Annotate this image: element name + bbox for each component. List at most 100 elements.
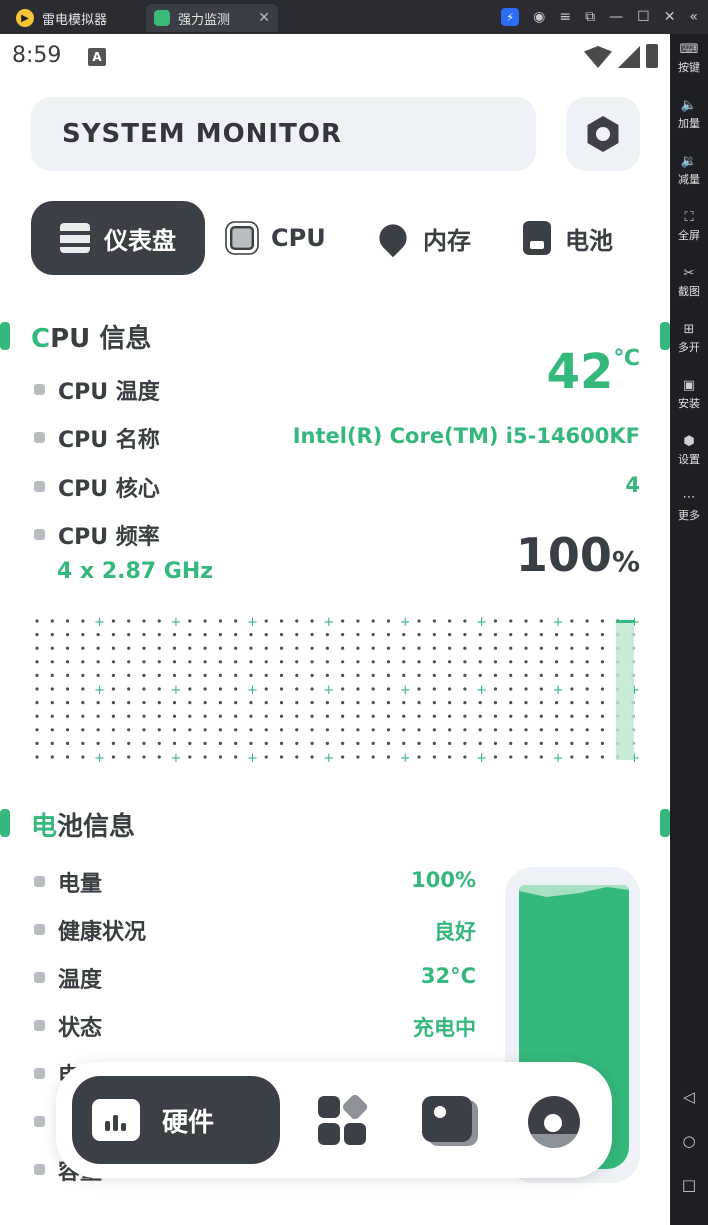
svg-text:+: +: [476, 616, 487, 630]
sidebar-volume-up[interactable]: 🔈 加量: [670, 98, 708, 131]
page-title: SYSTEM MONITOR: [62, 119, 342, 149]
svg-text:+: +: [323, 616, 334, 630]
list-item: 电量 100%: [34, 866, 476, 897]
row-label: CPU 温度: [58, 380, 160, 405]
sidebar-volume-down[interactable]: 🔉 减量: [670, 154, 708, 187]
bullet: [34, 481, 45, 492]
close-window-icon[interactable]: ✕: [664, 9, 676, 25]
svg-text:+: +: [553, 683, 564, 698]
svg-text:+: +: [400, 751, 411, 762]
emulator-window: ▶ 雷电模拟器 强力监测 ✕ ⚡ ◉ ≡ ⧉ — ☐ ✕ « ⌨ 按键 🔈 加量 🔉…: [0, 0, 708, 1225]
section-marker-right: [660, 322, 670, 350]
status-icons: [584, 44, 658, 68]
bullet: [34, 1164, 45, 1175]
nav-speed-icon[interactable]: [528, 1096, 580, 1148]
title-accent: C: [31, 324, 51, 354]
bullet: [34, 1068, 45, 1079]
sidebar-fullscreen[interactable]: ⛶ 全屏: [670, 210, 708, 243]
nav-hardware[interactable]: 硬件: [72, 1076, 280, 1164]
restore-icon[interactable]: ⧉: [585, 9, 595, 25]
memory-icon: [373, 218, 413, 258]
svg-text:+: +: [171, 751, 182, 762]
sidebar-more[interactable]: ⋯ 更多: [670, 490, 708, 523]
account-icon[interactable]: ◉: [533, 9, 545, 25]
svg-text:+: +: [476, 683, 487, 698]
list-item: 状态 充电中: [34, 1010, 476, 1041]
nav-memory-icon[interactable]: [422, 1096, 472, 1146]
recents-icon[interactable]: □: [670, 1176, 708, 1194]
svg-text:+: +: [323, 683, 334, 698]
list-item: CPU 核心 4: [34, 471, 640, 502]
row-label: CPU 名称: [58, 428, 160, 453]
emulator-titlebar: ▶ 雷电模拟器 强力监测 ✕ ⚡ ◉ ≡ ⧉ — ☐ ✕ «: [0, 0, 708, 34]
battery-health-value: 良好: [434, 920, 476, 944]
emulator-sidebar: ⌨ 按键 🔈 加量 🔉 减量 ⛶ 全屏 ✂ 截图 ⊞ 多开 ▣ 安装 ⬢ 设置 ⋯ 更多 ◁ ○ …: [670, 34, 708, 1225]
sidebar-screenshot[interactable]: ✂ 截图: [670, 266, 708, 299]
volume-down-icon: 🔉: [680, 154, 698, 169]
tab-label: 内存: [423, 226, 471, 255]
notification-icon: A: [88, 48, 106, 66]
sidebar-keymap[interactable]: ⌨ 按键: [670, 42, 708, 75]
tab-dashboard[interactable]: 仪表盘: [31, 201, 205, 275]
section-marker-left: [0, 809, 10, 837]
nav-apps-icon[interactable]: [318, 1092, 370, 1146]
battery-temp-value: 32°C: [420, 964, 476, 988]
home-icon[interactable]: ○: [670, 1132, 708, 1150]
svg-text:+: +: [247, 616, 258, 630]
settings-button[interactable]: [566, 97, 640, 171]
sidebar-label: 安装: [678, 397, 700, 410]
list-item: 健康状况 良好: [34, 914, 476, 945]
tab-memory[interactable]: 内存: [373, 201, 471, 275]
hardware-icon: [92, 1099, 140, 1141]
minimize-icon[interactable]: —: [609, 9, 623, 25]
sidebar-settings[interactable]: ⬢ 设置: [670, 434, 708, 467]
battery-level-value: 100%: [411, 868, 476, 892]
sidebar-label: 加量: [678, 117, 700, 130]
sidebar-install[interactable]: ▣ 安装: [670, 378, 708, 411]
svg-text:+: +: [94, 683, 105, 698]
section-marker-left: [0, 322, 10, 350]
usage-number: 100: [515, 528, 612, 582]
boost-icon[interactable]: ⚡: [501, 8, 520, 26]
list-item: CPU 温度: [34, 374, 640, 405]
svg-text:+: +: [94, 616, 105, 630]
sidebar-multi[interactable]: ⊞ 多开: [670, 322, 708, 355]
bullet: [34, 1116, 45, 1127]
bullet: [34, 432, 45, 443]
menu-icon[interactable]: ≡: [559, 9, 571, 25]
svg-text:+: +: [553, 616, 564, 630]
gear-icon: ⬢: [683, 434, 695, 449]
close-tab-icon[interactable]: ✕: [258, 10, 270, 26]
collapse-sidebar-icon[interactable]: «: [689, 9, 698, 25]
title-rest: 池信息: [57, 812, 136, 842]
battery-status-icon: [646, 44, 658, 68]
emulator-app-tab[interactable]: 强力监测 ✕: [146, 4, 278, 32]
signal-icon: [618, 46, 640, 68]
phone-screen: 8:59 A SYSTEM MONITOR 仪表盘 CPU 内存 电池 CPU …: [0, 34, 670, 1225]
bullet: [34, 972, 45, 983]
maximize-icon[interactable]: ☐: [637, 9, 650, 25]
tab-cpu[interactable]: CPU: [227, 201, 326, 275]
list-item: CPU 名称 Intel(R) Core(TM) i5-14600KF: [34, 422, 640, 453]
emulator-home-tab[interactable]: ▶ 雷电模拟器: [8, 4, 140, 32]
svg-text:+: +: [247, 751, 258, 762]
tab-battery[interactable]: 电池: [523, 201, 613, 275]
tab-label: CPU: [271, 224, 326, 252]
usage-unit: %: [611, 545, 640, 578]
status-time: 8:59: [12, 43, 62, 68]
app-tab-icon: [154, 10, 170, 26]
bullet: [34, 384, 45, 395]
sidebar-label: 多开: [678, 341, 700, 354]
temp-unit: ℃: [613, 346, 640, 371]
sidebar-label: 全屏: [678, 229, 700, 242]
row-label: 电量: [58, 872, 103, 897]
back-icon[interactable]: ◁: [670, 1088, 708, 1106]
sidebar-label: 按键: [678, 61, 700, 74]
bullet: [34, 876, 45, 887]
cpu-section-title: CPU 信息: [31, 318, 151, 355]
cpu-usage-bar-cap: [616, 620, 634, 623]
bottom-nav: 硬件: [56, 1062, 612, 1178]
chip-icon: [230, 226, 254, 250]
bullet: [34, 1020, 45, 1031]
volume-up-icon: 🔈: [680, 98, 698, 113]
